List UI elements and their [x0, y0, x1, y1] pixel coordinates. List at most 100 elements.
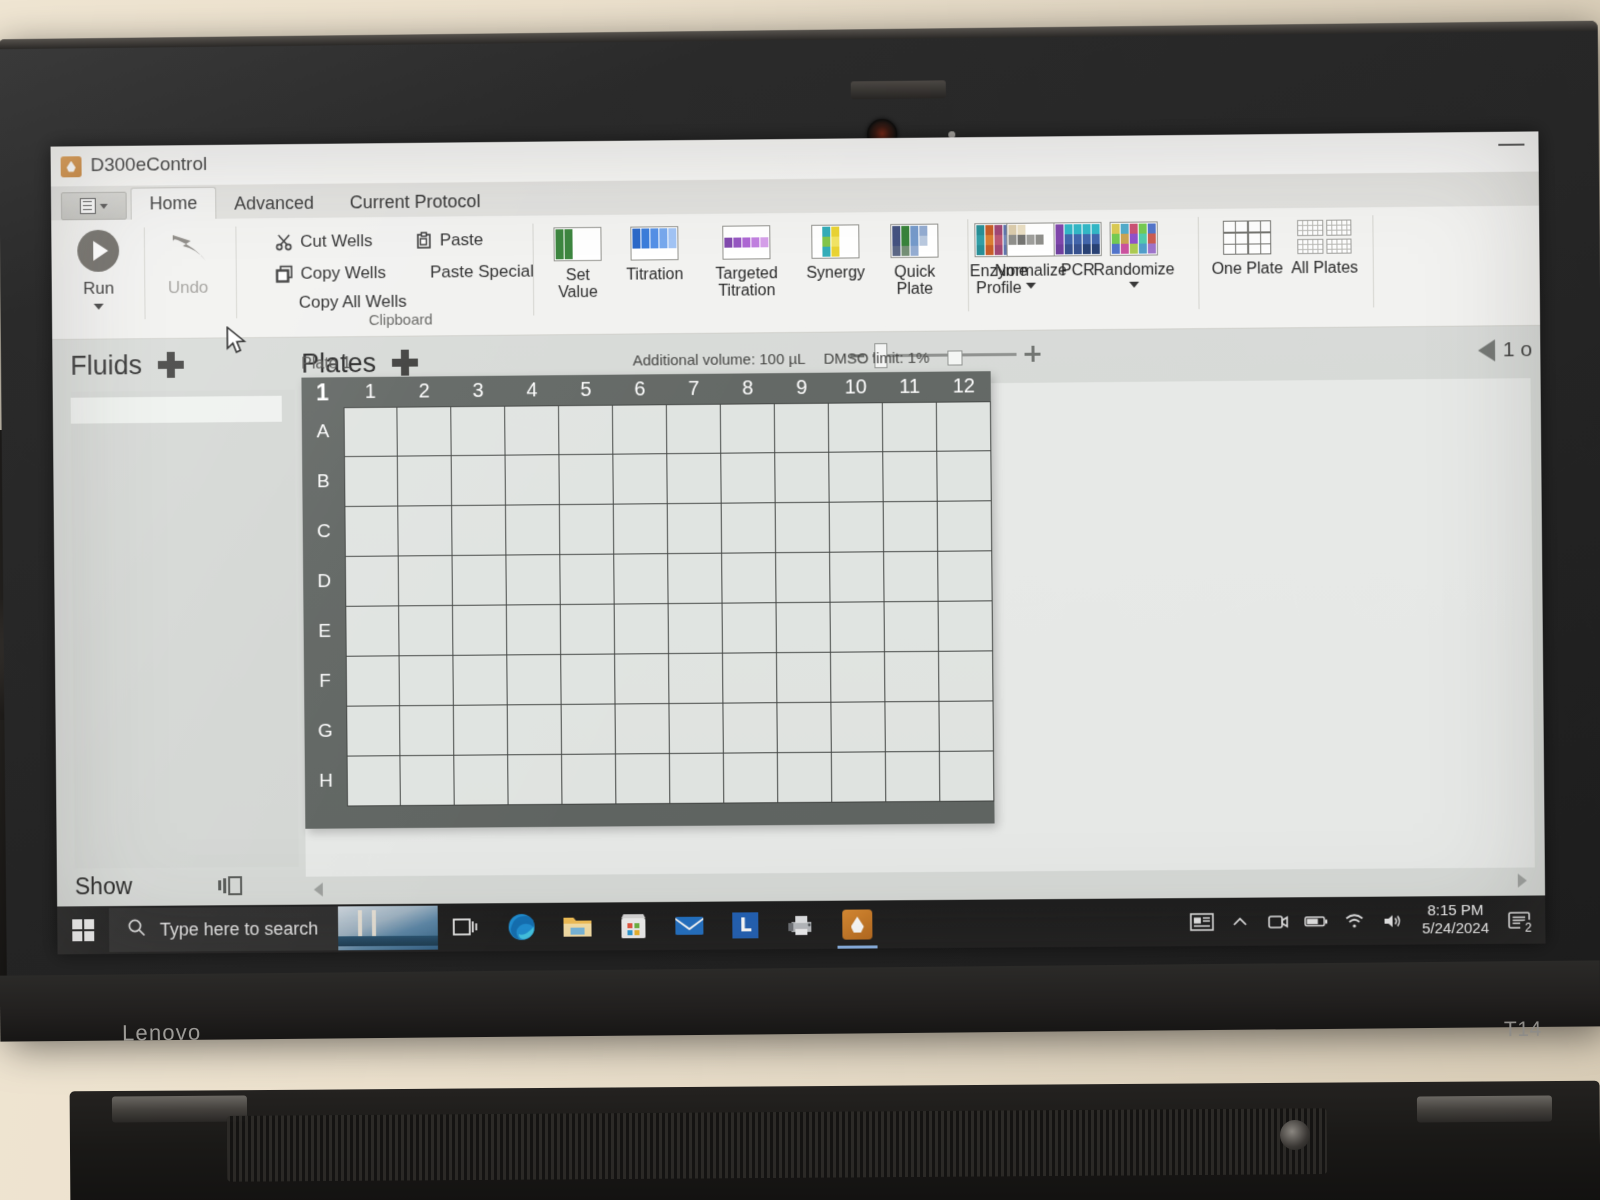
tab-advanced[interactable]: Advanced: [216, 188, 332, 219]
well-G3[interactable]: [453, 705, 509, 756]
well-G1[interactable]: [346, 706, 401, 757]
well-B4[interactable]: [505, 455, 560, 506]
well-H4[interactable]: [508, 754, 563, 806]
randomize-button[interactable]: Randomize: [1079, 209, 1188, 289]
well-E12[interactable]: [938, 601, 994, 652]
row-header-H[interactable]: H: [305, 757, 347, 807]
well-H6[interactable]: [615, 754, 671, 805]
volume-icon[interactable]: [1374, 896, 1413, 944]
well-F3[interactable]: [453, 655, 508, 706]
well-E6[interactable]: [614, 604, 670, 655]
set-value-button[interactable]: Set Value: [544, 215, 611, 302]
synergy-button[interactable]: Synergy: [794, 212, 877, 282]
undo-button[interactable]: Undo: [151, 219, 225, 299]
lenovo-vantage-icon[interactable]: [717, 901, 773, 949]
well-A6[interactable]: [612, 404, 668, 455]
well-A7[interactable]: [666, 403, 722, 455]
column-header-6[interactable]: 6: [613, 374, 667, 404]
well-B7[interactable]: [667, 453, 722, 505]
well-C2[interactable]: [398, 506, 453, 557]
well-H3[interactable]: [454, 755, 509, 806]
file-explorer-icon[interactable]: [549, 902, 605, 950]
column-header-5[interactable]: 5: [559, 375, 613, 405]
search-input[interactable]: Type here to search: [108, 905, 439, 953]
well-C10[interactable]: [829, 502, 885, 553]
chevron-up-icon[interactable]: [1221, 898, 1260, 946]
well-E11[interactable]: [884, 601, 940, 653]
well-A4[interactable]: [505, 405, 560, 456]
well-D8[interactable]: [722, 553, 777, 604]
well-C5[interactable]: [559, 504, 615, 556]
well-B11[interactable]: [883, 451, 938, 503]
well-B5[interactable]: [559, 454, 614, 506]
well-H11[interactable]: [885, 751, 941, 803]
well-C1[interactable]: [344, 506, 399, 557]
well-F11[interactable]: [884, 651, 940, 703]
quick-access-menu-button[interactable]: [60, 191, 127, 221]
plate-scroll-right-icon[interactable]: [1517, 873, 1527, 888]
column-header-12[interactable]: 12: [937, 371, 991, 402]
titration-button[interactable]: Titration: [610, 214, 699, 284]
add-fluid-button[interactable]: [158, 352, 184, 378]
all-plates-button[interactable]: All Plates: [1284, 207, 1365, 277]
column-header-10[interactable]: 10: [829, 372, 883, 403]
well-B1[interactable]: [343, 456, 399, 508]
start-button[interactable]: [57, 906, 109, 954]
well-A11[interactable]: [882, 401, 938, 453]
paste-special-button[interactable]: Paste Special: [430, 262, 534, 283]
well-F10[interactable]: [830, 652, 886, 703]
column-header-3[interactable]: 3: [451, 376, 505, 406]
d300e-control-icon[interactable]: [829, 900, 885, 948]
cut-wells-button[interactable]: Cut Wells: [275, 231, 373, 252]
well-E10[interactable]: [830, 602, 885, 653]
panel-toggle-icon[interactable]: [217, 875, 242, 895]
column-header-11[interactable]: 11: [883, 372, 937, 403]
camera-icon[interactable]: [1259, 897, 1298, 945]
well-A12[interactable]: [936, 401, 992, 452]
well-H10[interactable]: [831, 752, 887, 803]
well-A2[interactable]: [397, 406, 452, 457]
microsoft-store-icon[interactable]: [605, 902, 661, 950]
well-F6[interactable]: [615, 654, 670, 705]
well-D12[interactable]: [938, 551, 993, 602]
well-G11[interactable]: [885, 701, 940, 753]
row-header-A[interactable]: A: [302, 407, 344, 457]
taskbar-clock[interactable]: 8:15 PM 5/24/2024: [1412, 902, 1499, 939]
minimize-button[interactable]: [1498, 143, 1525, 146]
well-B10[interactable]: [829, 452, 884, 503]
well-H9[interactable]: [777, 752, 833, 804]
row-header-G[interactable]: G: [304, 707, 346, 757]
well-A9[interactable]: [774, 402, 830, 454]
well-H2[interactable]: [400, 755, 455, 807]
column-header-4[interactable]: 4: [505, 375, 559, 405]
well-C12[interactable]: [937, 501, 993, 552]
plate-page-nav[interactable]: 1 o: [1477, 338, 1533, 363]
well-D5[interactable]: [560, 554, 615, 606]
targeted-titration-button[interactable]: Targeted Titration: [698, 213, 795, 300]
well-E4[interactable]: [506, 605, 562, 656]
well-H12[interactable]: [939, 751, 995, 802]
well-F2[interactable]: [399, 655, 454, 707]
well-G6[interactable]: [615, 704, 670, 755]
copy-all-wells-button[interactable]: Copy All Wells: [299, 292, 407, 313]
column-header-9[interactable]: 9: [775, 373, 829, 404]
well-D3[interactable]: [452, 555, 507, 606]
task-view-icon[interactable]: [438, 903, 494, 951]
well-G7[interactable]: [669, 703, 724, 755]
well-E3[interactable]: [452, 605, 508, 656]
mail-icon[interactable]: [661, 902, 717, 950]
well-H8[interactable]: [723, 753, 779, 804]
well-A5[interactable]: [558, 404, 614, 456]
column-header-1[interactable]: 1: [343, 377, 397, 407]
well-F1[interactable]: [345, 656, 400, 707]
well-D10[interactable]: [830, 552, 885, 603]
well-E5[interactable]: [560, 604, 616, 655]
well-F4[interactable]: [507, 654, 562, 706]
column-header-7[interactable]: 7: [667, 374, 721, 404]
news-weather-icon[interactable]: [1183, 898, 1222, 946]
tab-home[interactable]: Home: [130, 186, 217, 220]
well-C11[interactable]: [883, 501, 939, 553]
well-A1[interactable]: [343, 406, 398, 458]
triangle-left-icon[interactable]: [1477, 339, 1495, 362]
well-B8[interactable]: [721, 453, 776, 504]
